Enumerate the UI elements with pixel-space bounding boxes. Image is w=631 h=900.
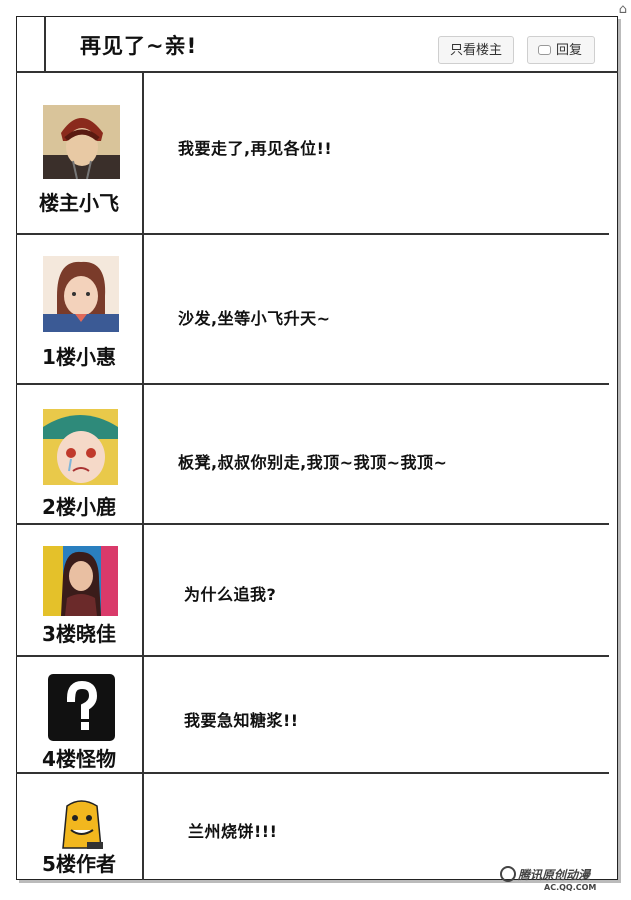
poster-name: 2楼小鹿 [42, 495, 116, 519]
post-message: 兰州烧饼!!! [188, 822, 278, 841]
post-message: 我要急知糖浆!! [184, 711, 299, 730]
question-mark-icon[interactable] [48, 674, 115, 741]
post-row: 楼主小飞 我要走了,再见各位!! [16, 73, 609, 235]
row-divider [142, 525, 144, 655]
post-row: 2楼小鹿 板凳,叔叔你别走,我顶~我顶~我顶~ [16, 385, 609, 525]
poster-name: 3楼晓佳 [42, 622, 116, 646]
avatar-cartoon-icon[interactable] [53, 792, 110, 852]
avatar-woman-icon[interactable] [43, 546, 118, 616]
brand-site: AC.QQ.COM [544, 883, 597, 892]
row-divider [142, 657, 144, 772]
post-row: 4楼怪物 我要急知糖浆!! [16, 657, 609, 774]
avatar-crying-girl-icon[interactable] [43, 409, 118, 485]
post-row: 3楼晓佳 为什么追我? [16, 525, 609, 657]
header-divider [44, 16, 46, 71]
corner-doodle-icon: ⌂ [618, 2, 627, 17]
brand-name: 腾讯原创动漫 [518, 868, 591, 882]
poster-name: 4楼怪物 [42, 747, 116, 771]
poster-name: 楼主小飞 [39, 191, 119, 215]
post-row: 1楼小惠 沙发,坐等小飞升天~ [16, 235, 609, 385]
comment-icon [538, 45, 551, 55]
post-message: 我要走了,再见各位!! [178, 139, 333, 158]
poster-name: 5楼作者 [42, 852, 116, 876]
thread-title: 再见了~亲! [80, 34, 198, 58]
reply-button[interactable]: 回复 [527, 36, 595, 64]
brand-logo-icon [500, 866, 516, 882]
thread-header: 再见了~亲! 只看楼主 回复 [16, 16, 618, 73]
reply-button-label: 回复 [555, 43, 582, 58]
post-message: 为什么追我? [184, 585, 277, 604]
brand-watermark: 腾讯原创动漫 AC.QQ.COM [500, 866, 597, 892]
post-message: 沙发,坐等小飞升天~ [178, 309, 331, 328]
row-divider [142, 385, 144, 523]
post-message: 板凳,叔叔你别走,我顶~我顶~我顶~ [178, 453, 448, 472]
row-divider [142, 235, 144, 383]
poster-name: 1楼小惠 [42, 345, 116, 369]
avatar-boy-icon[interactable] [43, 105, 120, 179]
post-row: 5楼作者 兰州烧饼!!! [16, 774, 609, 880]
only-op-button[interactable]: 只看楼主 [438, 36, 514, 64]
row-divider [142, 73, 144, 233]
row-divider [142, 774, 144, 880]
avatar-girl-uniform-icon[interactable] [43, 256, 119, 332]
